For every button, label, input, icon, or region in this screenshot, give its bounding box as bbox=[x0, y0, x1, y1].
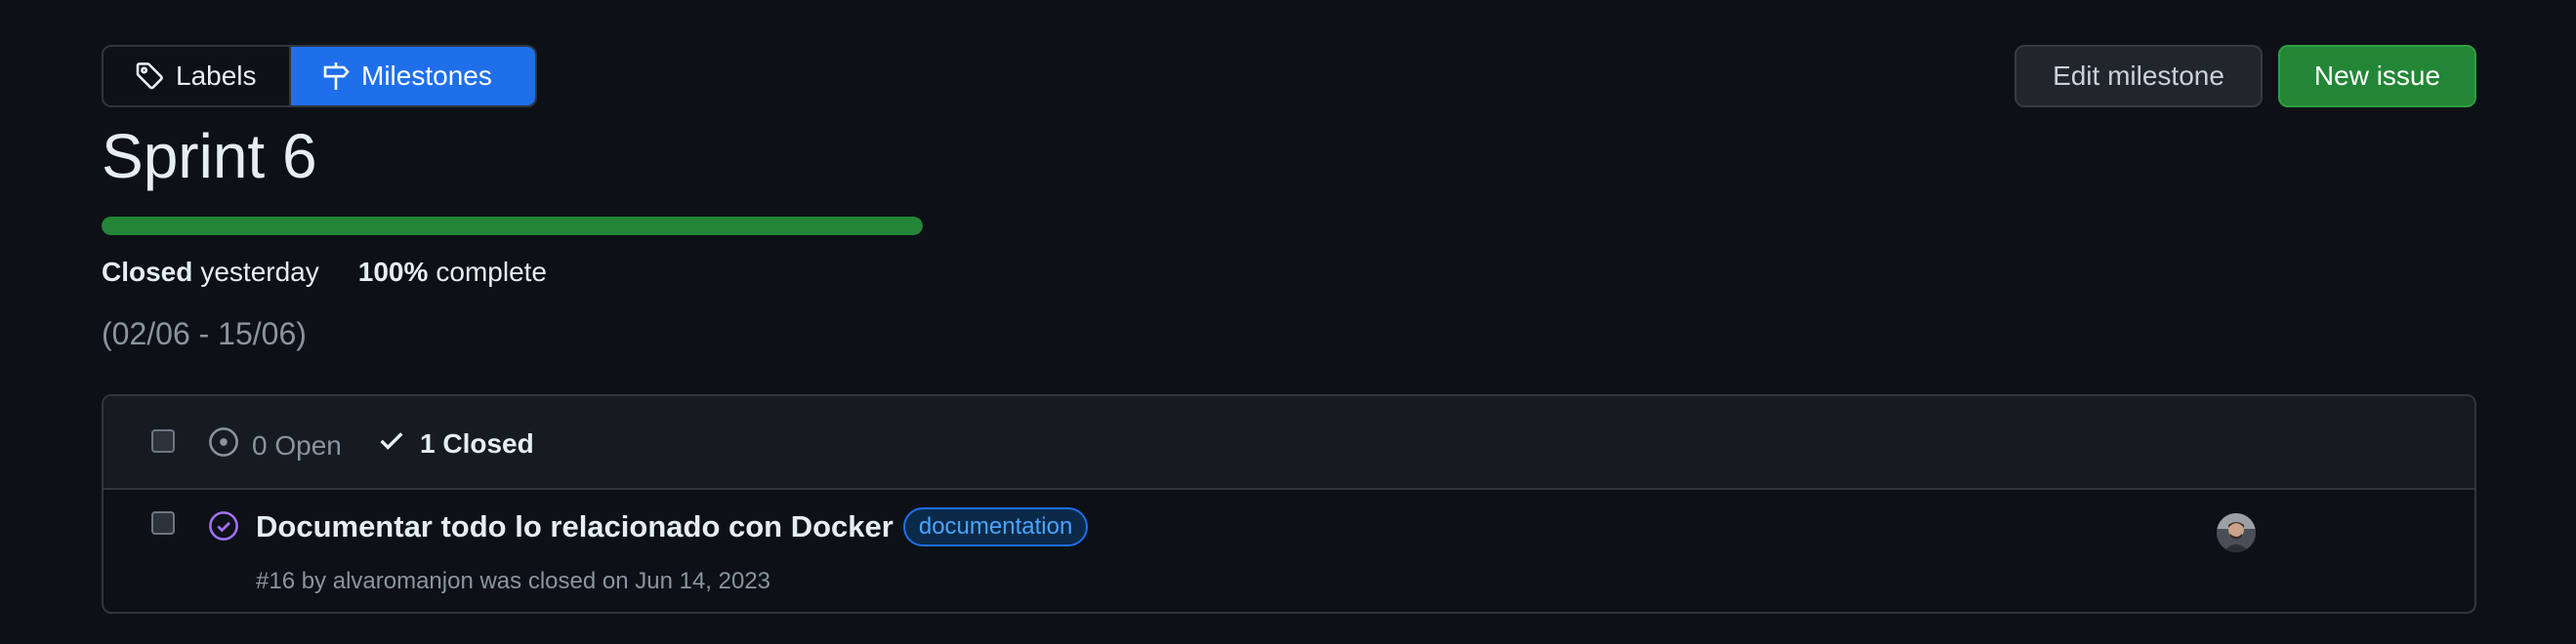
milestone-page: Labels Milestones Edit milestone New iss… bbox=[0, 0, 2576, 644]
issue-meta: #16 by alvaromanjon was closed on Jun 14… bbox=[256, 568, 771, 594]
tab-milestones-text: Milestones bbox=[361, 60, 492, 91]
issue-title-link[interactable]: Documentar todo lo relacionado con Docke… bbox=[256, 509, 893, 544]
status-word: Closed bbox=[102, 257, 193, 287]
open-issues-filter[interactable]: 0 Open bbox=[207, 425, 342, 465]
complete-text: complete bbox=[436, 257, 548, 287]
milestone-progress-bar bbox=[102, 217, 923, 235]
tag-icon bbox=[135, 60, 166, 92]
issues-list: 0 Open 1 Closed Documentar todo lo relac… bbox=[102, 394, 2476, 614]
issue-title-line: Documentar todo lo relacionado con Docke… bbox=[256, 507, 1089, 546]
labels-milestones-toggle: Labels Milestones bbox=[102, 45, 537, 107]
tab-milestones[interactable]: Milestones bbox=[291, 47, 535, 105]
milestone-icon bbox=[320, 60, 352, 92]
milestone-status-line: Closed yesterday 100% complete bbox=[102, 256, 547, 289]
closed-issues-label: 1 Closed bbox=[420, 427, 534, 459]
select-all-checkbox[interactable] bbox=[151, 429, 175, 453]
status-when: yesterday bbox=[200, 257, 319, 287]
issue-label-documentation[interactable]: documentation bbox=[902, 507, 1089, 546]
tab-labels-text: Labels bbox=[176, 60, 257, 91]
edit-milestone-button[interactable]: Edit milestone bbox=[2015, 45, 2263, 107]
milestone-progress-fill bbox=[102, 217, 923, 235]
issues-list-header: 0 Open 1 Closed bbox=[104, 396, 2474, 490]
check-icon bbox=[377, 425, 406, 462]
assignee-avatar[interactable] bbox=[2217, 513, 2256, 552]
new-issue-button[interactable]: New issue bbox=[2278, 45, 2476, 107]
issue-closed-icon bbox=[207, 509, 240, 547]
closed-issues-filter[interactable]: 1 Closed bbox=[377, 425, 534, 462]
issue-open-icon bbox=[207, 425, 240, 465]
tab-labels[interactable]: Labels bbox=[104, 47, 291, 105]
issue-row: Documentar todo lo relacionado con Docke… bbox=[104, 490, 2474, 612]
milestone-date-range: (02/06 - 15/06) bbox=[102, 316, 307, 351]
issue-select-checkbox[interactable] bbox=[151, 511, 175, 535]
open-issues-label: 0 Open bbox=[252, 429, 342, 461]
milestone-title: Sprint 6 bbox=[102, 121, 317, 191]
percent-complete: 100% bbox=[357, 257, 429, 287]
